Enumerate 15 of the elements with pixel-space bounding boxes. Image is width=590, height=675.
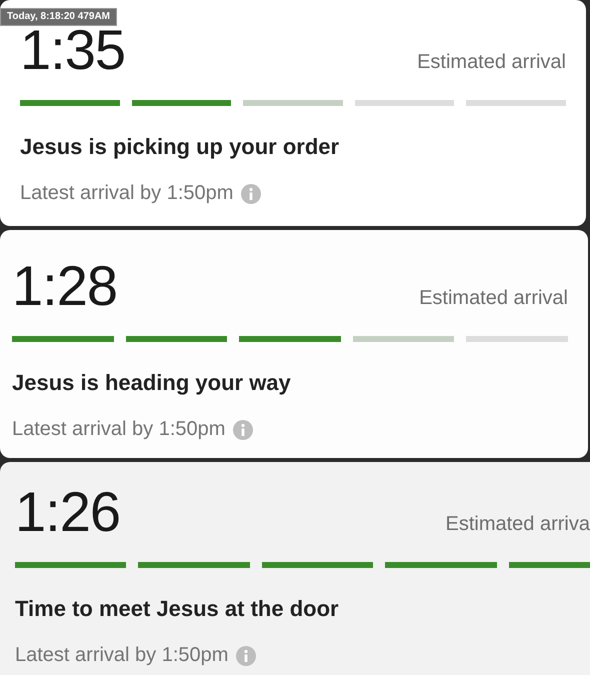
latest-arrival-text: Latest arrival by 1:50pm — [20, 182, 234, 205]
arrival-time: 1:28 — [12, 258, 117, 314]
info-icon[interactable] — [241, 184, 262, 204]
arrival-time: 1:26 — [15, 484, 120, 540]
timestamp-label: Today, 8:18:20 479AM — [0, 8, 118, 26]
eta-label: Estimated arriva — [446, 513, 590, 536]
status-text: Jesus is picking up your order — [20, 134, 340, 160]
latest-arrival-text: Latest arrival by 1:50pm — [15, 644, 228, 667]
info-icon[interactable] — [236, 646, 256, 666]
status-text: Jesus is heading your way — [12, 370, 292, 396]
latest-arrival-text: Latest arrival by 1:50pm — [12, 418, 226, 441]
eta-label: Estimated arrival — [419, 287, 568, 310]
info-icon[interactable] — [233, 420, 254, 440]
eta-label: Estimated arrival — [417, 51, 566, 74]
status-text: Time to meet Jesus at the door — [15, 596, 340, 622]
